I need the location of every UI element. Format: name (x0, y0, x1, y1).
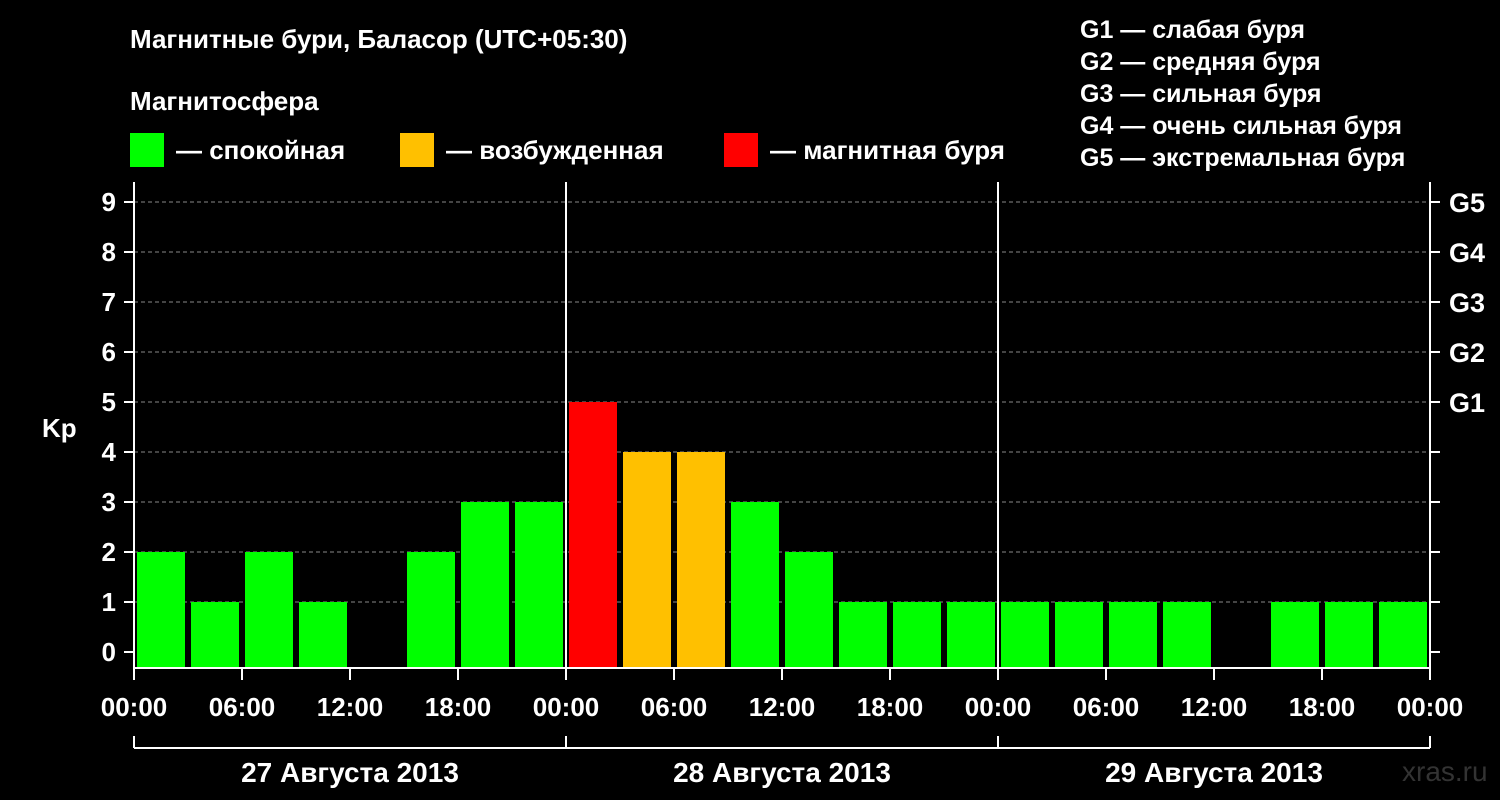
x-tick-label: 06:00 (641, 692, 708, 722)
y-tick-label: 9 (102, 187, 116, 217)
y-tick-label: 6 (102, 337, 116, 367)
kp-bar (623, 452, 671, 668)
x-tick-label: 06:00 (1073, 692, 1140, 722)
kp-bar (677, 452, 725, 668)
kp-bar (839, 602, 887, 668)
x-tick-label: 18:00 (425, 692, 492, 722)
kp-bar (461, 502, 509, 668)
kp-bar (407, 552, 455, 668)
y-tick-label: 1 (102, 587, 116, 617)
kp-bar (569, 402, 617, 668)
y-tick-label: 7 (102, 287, 116, 317)
x-tick-label: 00:00 (1397, 692, 1464, 722)
kp-bar (1055, 602, 1103, 668)
kp-bar (785, 552, 833, 668)
day-label: 27 Августа 2013 (241, 757, 459, 788)
y-tick-label: 2 (102, 537, 116, 567)
kp-bar (1109, 602, 1157, 668)
g-tick-label: G3 (1449, 288, 1485, 318)
kp-bar (1163, 602, 1211, 668)
y-tick-label: 4 (102, 437, 117, 467)
y-tick-label: 5 (102, 387, 116, 417)
x-tick-label: 00:00 (101, 692, 168, 722)
kp-bar (947, 602, 995, 668)
y-tick-label: 8 (102, 237, 116, 267)
g-tick-label: G4 (1449, 238, 1485, 268)
x-tick-label: 12:00 (749, 692, 816, 722)
x-tick-label: 12:00 (1181, 692, 1248, 722)
g-tick-label: G5 (1449, 188, 1485, 218)
x-tick-label: 06:00 (209, 692, 276, 722)
watermark: xras.ru (1402, 756, 1488, 787)
kp-bar (893, 602, 941, 668)
x-tick-label: 00:00 (533, 692, 600, 722)
kp-bar (137, 552, 185, 668)
kp-bar (191, 602, 239, 668)
kp-bar-chart: 0 1 2 3 4 5 6 7 8 9 G1 G2 G3 G4 G5 Kp 00:00 06:00 12:00 18:… (42, 182, 1485, 788)
g-tick-label: G2 (1449, 338, 1485, 368)
kp-bar (1379, 602, 1427, 668)
y-tick-label: 3 (102, 487, 116, 517)
y-axis-label: Kp (42, 413, 77, 443)
kp-bar (1271, 602, 1319, 668)
y-tick-label: 0 (102, 637, 116, 667)
day-label: 28 Августа 2013 (673, 757, 891, 788)
x-tick-label: 18:00 (1289, 692, 1356, 722)
day-label: 29 Августа 2013 (1105, 757, 1323, 788)
kp-bar (515, 502, 563, 668)
kp-bar (731, 502, 779, 668)
x-tick-label: 18:00 (857, 692, 924, 722)
x-tick-label: 12:00 (317, 692, 384, 722)
g-tick-label: G1 (1449, 388, 1485, 418)
kp-bar (1325, 602, 1373, 668)
kp-bar (299, 602, 347, 668)
x-tick-label: 00:00 (965, 692, 1032, 722)
kp-bar (245, 552, 293, 668)
kp-bar (1001, 602, 1049, 668)
